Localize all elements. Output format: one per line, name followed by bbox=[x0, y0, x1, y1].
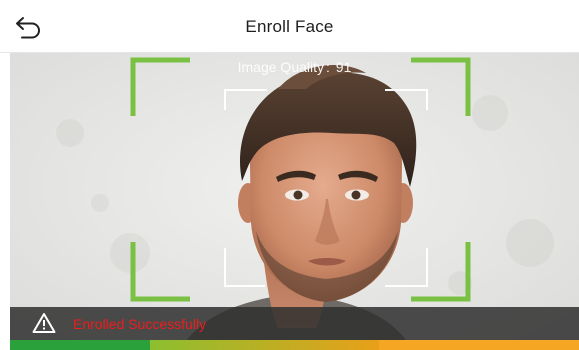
enroll-face-screen: Enroll Face Image Quality: 91 Enrolled … bbox=[0, 0, 579, 350]
image-quality-readout: Image Quality: 91 bbox=[10, 59, 579, 75]
image-quality-label: Image Quality bbox=[237, 59, 324, 75]
progress-strip-segment bbox=[150, 340, 379, 350]
image-quality-value: 91 bbox=[335, 59, 352, 75]
face-preview-image bbox=[10, 53, 579, 350]
progress-strip-segment bbox=[10, 340, 150, 350]
warning-icon bbox=[32, 313, 56, 333]
progress-strip-segment bbox=[379, 340, 579, 350]
page-title: Enroll Face bbox=[245, 17, 334, 36]
image-quality-separator: : bbox=[326, 59, 330, 75]
status-bar: Enrolled Successfully bbox=[10, 307, 579, 340]
camera-preview: Image Quality: 91 Enrolled Successfully bbox=[10, 53, 579, 350]
header-bar: Enroll Face bbox=[0, 0, 579, 53]
progress-strip bbox=[10, 340, 579, 350]
status-message: Enrolled Successfully bbox=[73, 316, 207, 332]
